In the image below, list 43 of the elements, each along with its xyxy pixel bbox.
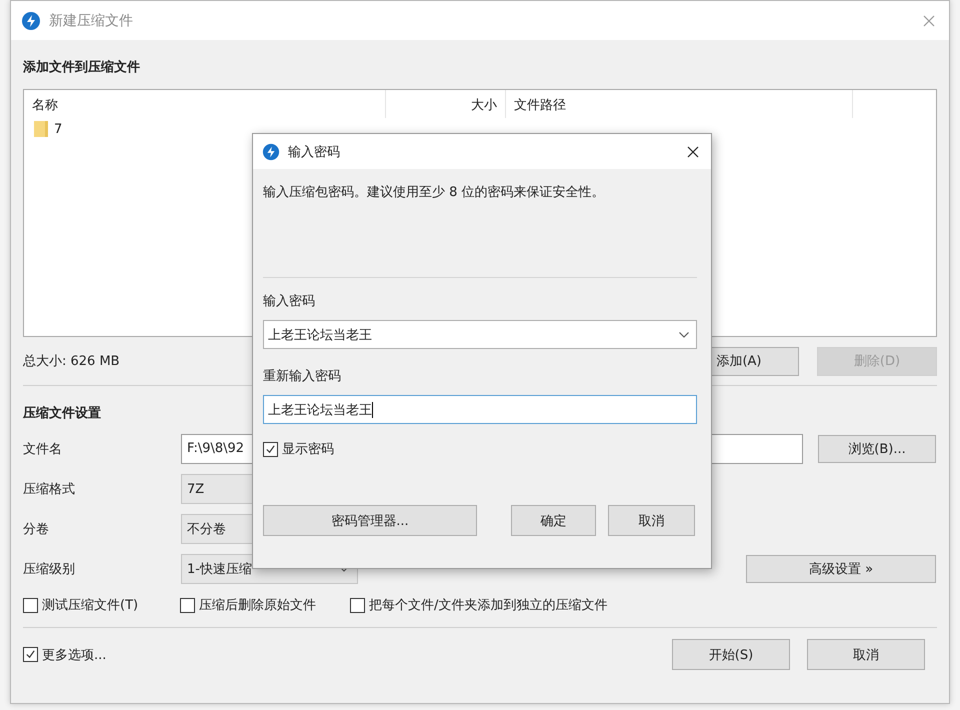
section-heading: 添加文件到压缩文件 — [23, 58, 140, 76]
checkbox-label: 更多选项... — [42, 646, 106, 664]
field-label: 压缩级别 — [23, 561, 76, 578]
app-icon — [21, 10, 41, 30]
checkbox[interactable] — [263, 442, 278, 456]
checkbox-label: 测试压缩文件(T) — [42, 597, 138, 614]
field-label: 输入密码 — [263, 293, 316, 310]
file-name[interactable]: 7 — [54, 122, 62, 136]
checkbox-label: 把每个文件/文件夹添加到独立的压缩文件 — [369, 597, 608, 614]
description-text: 输入压缩包密码。建议使用至少 8 位的密码来保证安全性。 — [263, 184, 606, 202]
section-heading: 压缩文件设置 — [23, 404, 101, 422]
field-label: 分卷 — [23, 521, 50, 538]
app-icon — [262, 142, 280, 160]
window-title: 新建压缩文件 — [49, 12, 133, 30]
checkbox[interactable] — [23, 647, 38, 662]
password-field[interactable]: 上老王论坛当老王 — [263, 320, 697, 349]
check-icon — [265, 444, 276, 454]
password-manager-button[interactable]: 密码管理器... — [263, 505, 477, 536]
column-header[interactable]: 大小 — [386, 90, 506, 118]
close-icon[interactable] — [687, 146, 699, 158]
cancel-button[interactable]: 取消 — [608, 505, 695, 536]
checkbox-label: 显示密码 — [282, 441, 334, 458]
cancel-button[interactable]: 取消 — [807, 639, 925, 670]
field-label: 压缩格式 — [23, 481, 76, 498]
checkbox[interactable] — [180, 598, 195, 612]
checkbox-label: 压缩后删除原始文件 — [199, 597, 316, 614]
checkbox[interactable] — [23, 598, 38, 612]
check-icon — [25, 649, 36, 660]
text-cursor — [372, 402, 373, 418]
folder-icon — [34, 120, 48, 138]
checkbox[interactable] — [350, 598, 365, 612]
dialog-title: 输入密码 — [288, 144, 340, 160]
field-label: 重新输入密码 — [263, 368, 342, 385]
advanced-settings-button[interactable]: 高级设置 » — [746, 555, 936, 583]
column-header[interactable]: 名称 — [24, 90, 386, 118]
browse-button[interactable]: 浏览(B)... — [818, 435, 936, 463]
total-size: 总大小: 626 MB — [23, 353, 120, 370]
start-button[interactable]: 开始(S) — [672, 639, 790, 670]
column-header[interactable]: 文件路径 — [506, 90, 853, 118]
chevron-down-icon — [679, 332, 689, 338]
password-field[interactable]: 上老王论坛当老王 — [263, 395, 697, 424]
field-label: 文件名 — [23, 441, 63, 458]
ok-button[interactable]: 确定 — [511, 505, 596, 536]
